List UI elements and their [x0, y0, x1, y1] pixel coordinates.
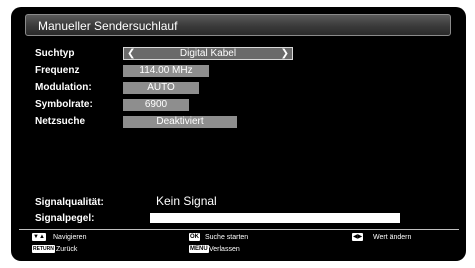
- change-value-hint: Wert ändern: [373, 234, 412, 241]
- navigate-hint: Navigieren: [53, 234, 87, 241]
- symbolrate-label: Symbolrate:: [35, 99, 93, 110]
- suchtyp-label: Suchtyp: [35, 48, 75, 59]
- suchtyp-value: Digital Kabel: [179, 48, 237, 59]
- netzsuche-label: Netzsuche: [35, 116, 86, 127]
- frequenz-field[interactable]: 114.00 MHz: [123, 65, 209, 77]
- exit-hint: Verlassen: [209, 246, 240, 253]
- symbolrate-field[interactable]: 6900: [123, 99, 189, 111]
- return-key-icon: RETURN: [32, 245, 55, 253]
- signal-quality-value: Kein Signal: [156, 194, 217, 208]
- footer-divider: [19, 229, 459, 230]
- signal-quality-label: Signalqualität:: [35, 197, 104, 208]
- tv-osd-screen: Manueller Sendersuchlauf Suchtyp ❮ Digit…: [11, 7, 466, 261]
- page-title: Manueller Sendersuchlauf: [25, 14, 451, 36]
- modulation-field[interactable]: AUTO: [123, 82, 199, 94]
- frequenz-label: Frequenz: [35, 65, 80, 76]
- chevron-right-icon[interactable]: ❯: [281, 48, 289, 59]
- left-right-arrows-icon: ◀▶: [352, 233, 364, 241]
- signal-level-label: Signalpegel:: [35, 213, 95, 224]
- up-down-arrows-icon: ▼▲: [32, 233, 46, 241]
- netzsuche-field[interactable]: Deaktiviert: [123, 116, 237, 128]
- modulation-label: Modulation:: [35, 82, 92, 93]
- chevron-left-icon[interactable]: ❮: [127, 48, 135, 59]
- back-hint: Zurück: [56, 246, 78, 253]
- suchtyp-selector[interactable]: ❮ Digital Kabel ❯: [123, 47, 293, 60]
- signal-level-bar: [150, 213, 400, 223]
- ok-key-icon: OK: [189, 233, 200, 241]
- start-search-hint: Suche starten: [205, 234, 249, 241]
- menu-key-icon: MENU: [189, 245, 209, 253]
